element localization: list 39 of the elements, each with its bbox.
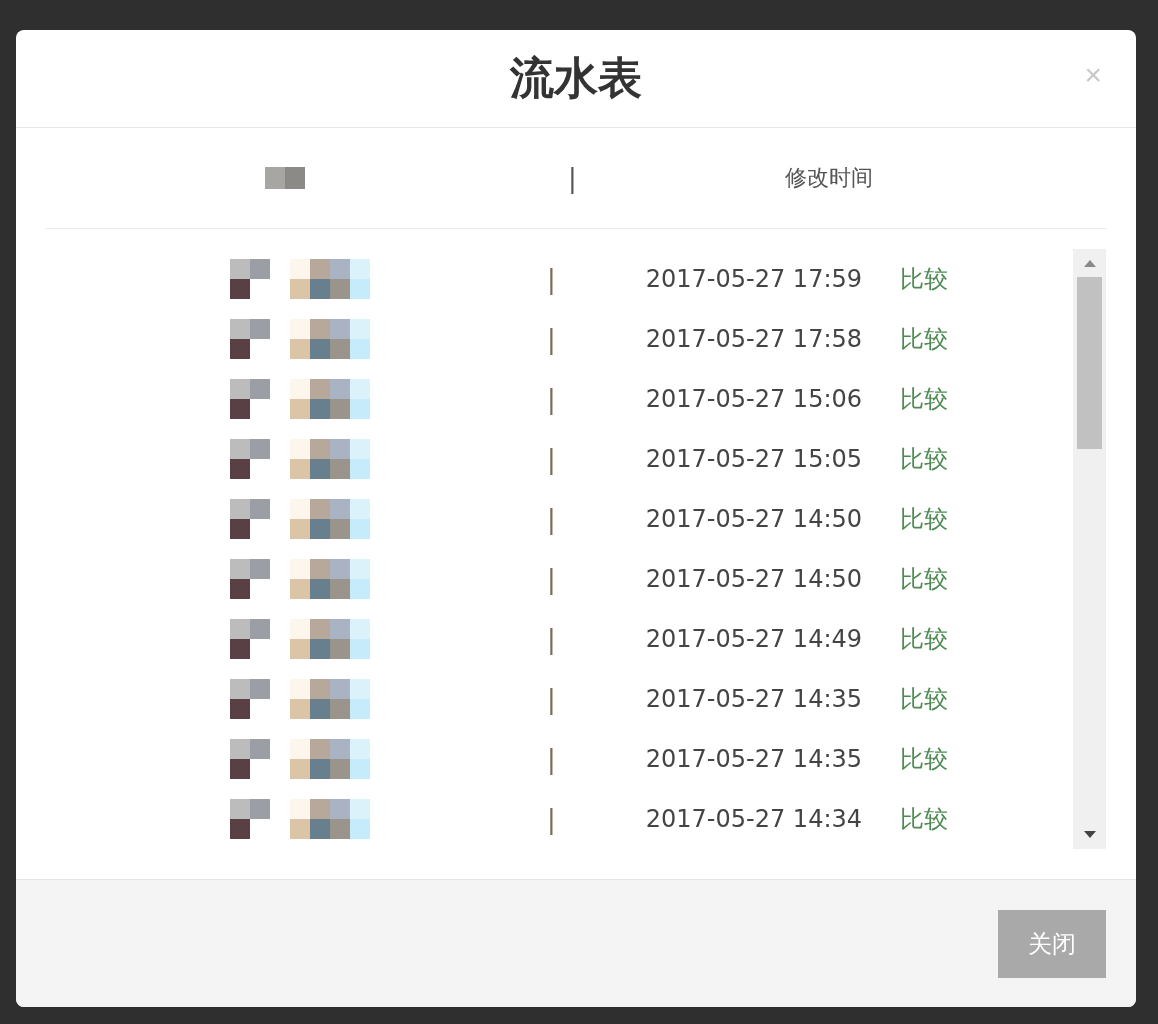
table-cell: 2017-05-27 14:49 [645,625,863,653]
column-divider: | [547,564,556,594]
compare-link[interactable]: 比较 [900,503,949,535]
table-cell: 2017-05-27 15:06 [645,385,863,413]
column-divider: | [547,504,556,534]
table-cell: 2017-05-27 14:34 [645,805,863,833]
close-button[interactable]: 关闭 [998,909,1106,978]
compare-link[interactable]: 比较 [900,803,949,835]
column-divider: | [547,384,556,414]
column-divider: | [547,804,556,834]
dialog-title: 流水表 [510,51,642,105]
column-divider: | [547,744,556,774]
compare-link[interactable]: 比较 [900,743,949,775]
compare-link[interactable]: 比较 [900,683,949,715]
column-divider: | [547,324,556,354]
table-cell: 2017-05-27 17:59 [645,265,863,293]
compare-link[interactable]: 比较 [900,443,949,475]
scroll-thumb[interactable] [1077,277,1102,449]
scroll-down-icon[interactable] [1083,831,1096,839]
column-divider: | [547,624,556,654]
compare-link[interactable]: 比较 [900,623,949,655]
compare-link[interactable]: 比较 [900,263,949,295]
table-cell: 2017-05-27 14:50 [645,565,863,593]
table-cell: 2017-05-27 14:35 [645,685,863,713]
redacted-mosaic [265,167,305,189]
scrollbar[interactable] [1073,249,1106,849]
table-cell: 2017-05-27 14:50 [645,505,863,533]
column-divider: | [547,444,556,474]
column-divider: | [547,264,556,294]
column-divider: | [547,684,556,714]
compare-link[interactable]: 比较 [900,383,949,415]
compare-link[interactable]: 比较 [900,563,949,595]
table-cell: 2017-05-27 14:35 [645,745,863,773]
column-divider: | [568,163,577,193]
scroll-up-icon[interactable] [1083,259,1096,267]
table-cell: 2017-05-27 15:05 [645,445,863,473]
column-header: 修改时间 [784,164,873,192]
table-cell: 2017-05-27 17:58 [645,325,863,353]
compare-link[interactable]: 比较 [900,323,949,355]
